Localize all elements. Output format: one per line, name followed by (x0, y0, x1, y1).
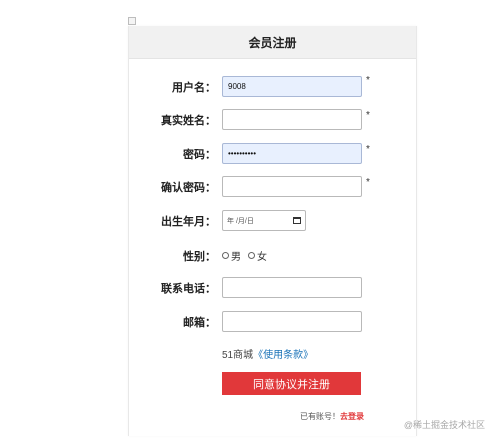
password-label: 密码： (183, 148, 216, 161)
terms-link[interactable]: 《使用条款》 (253, 350, 313, 361)
register-card: 会员注册 用户名： 9008 * 真实姓名： * 密码： •••••••••• … (128, 26, 417, 436)
confirm-password-label: 确认密码： (161, 181, 216, 194)
birthdate-input[interactable]: 年 /月/日 (222, 210, 306, 231)
gender-female-radio[interactable] (248, 252, 255, 259)
login-prefix: 已有账号！ (300, 412, 340, 421)
username-input[interactable]: 9008 (222, 76, 362, 97)
broken-image-icon (128, 17, 136, 25)
phone-input[interactable] (222, 277, 362, 298)
password-required-mark: * (366, 144, 370, 155)
terms-line: 51商城《使用条款》 (222, 346, 313, 361)
gender-male-radio[interactable] (222, 252, 229, 259)
phone-label: 联系电话： (161, 282, 216, 295)
gender-male-label: 男 (231, 252, 241, 263)
gender-options: 男 女 (222, 248, 267, 263)
form-title: 会员注册 (129, 26, 416, 59)
login-link[interactable]: 去登录 (340, 412, 364, 421)
confirm-password-input[interactable] (222, 176, 362, 197)
gender-label: 性别： (183, 250, 216, 263)
password-input[interactable]: •••••••••• (222, 143, 362, 164)
username-required-mark: * (366, 75, 370, 86)
realname-label: 真实姓名： (161, 114, 216, 127)
realname-required-mark: * (366, 110, 370, 121)
birthdate-label: 出生年月： (161, 215, 216, 228)
terms-prefix: 51商城 (222, 350, 254, 361)
register-button[interactable]: 同意协议并注册 (222, 372, 361, 395)
realname-input[interactable] (222, 109, 362, 130)
watermark: @稀土掘金技术社区 (403, 420, 485, 430)
confirm-password-required-mark: * (366, 177, 370, 188)
username-label: 用户名： (172, 81, 216, 94)
gender-female-label: 女 (257, 252, 267, 263)
calendar-icon[interactable] (293, 217, 301, 224)
login-line: 已有账号！去登录 (300, 411, 364, 422)
email-input[interactable] (222, 311, 362, 332)
email-label: 邮箱： (183, 316, 216, 329)
birthdate-placeholder: 年 /月/日 (227, 217, 254, 225)
